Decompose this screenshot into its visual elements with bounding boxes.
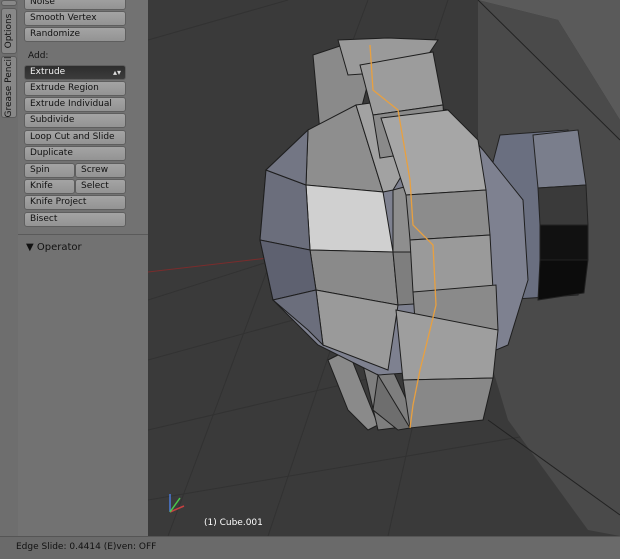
blender-window: Options Grease Pencil Noise Smooth Verte… [0, 0, 620, 559]
vertical-tabs: Options Grease Pencil [0, 0, 19, 536]
status-bar: Edge Slide: 0.4414 (E)ven: OFF [0, 536, 620, 559]
tool-shelf: Noise Smooth Vertex Randomize Add: Extru… [18, 0, 166, 536]
tab-options-label: Options [4, 13, 14, 49]
axis-gizmo [169, 494, 185, 513]
3d-viewport[interactable]: (1) Cube.001 [148, 0, 620, 536]
knife-button[interactable]: Knife [24, 179, 75, 194]
viewport-canvas[interactable] [148, 0, 620, 536]
add-label: Add: [28, 51, 49, 61]
x-axis-line [148, 257, 269, 273]
panel-divider [18, 234, 166, 235]
randomize-button[interactable]: Randomize [24, 27, 126, 42]
extrude-dropdown-label: Extrude [30, 67, 66, 77]
disclosure-triangle-icon: ▼ [26, 242, 34, 253]
status-text: Edge Slide: 0.4414 (E)ven: OFF [16, 542, 157, 552]
tab-partial[interactable] [1, 0, 17, 6]
tab-options[interactable]: Options [1, 8, 17, 54]
smooth-vertex-button[interactable]: Smooth Vertex [24, 11, 126, 26]
bisect-button[interactable]: Bisect [24, 212, 126, 227]
noise-button[interactable]: Noise [24, 0, 126, 10]
screw-button[interactable]: Screw [75, 163, 126, 178]
operator-header-label: Operator [36, 242, 82, 253]
select-button[interactable]: Select [75, 179, 126, 194]
tab-grease-pencil[interactable]: Grease Pencil [1, 56, 17, 118]
operator-panel-header[interactable]: ▼ Operator [26, 242, 82, 253]
updown-arrows-icon: ▴▾ [112, 68, 121, 77]
loop-cut-slide-button[interactable]: Loop Cut and Slide [24, 130, 126, 145]
knife-project-button[interactable]: Knife Project [24, 195, 126, 210]
duplicate-button[interactable]: Duplicate [24, 146, 126, 161]
extrude-individual-button[interactable]: Extrude Individual [24, 97, 126, 112]
tab-grease-pencil-label: Grease Pencil [4, 56, 14, 118]
extrude-region-button[interactable]: Extrude Region [24, 81, 126, 96]
object-info-label: (1) Cube.001 [204, 518, 263, 528]
subdivide-button[interactable]: Subdivide [24, 113, 126, 128]
spin-button[interactable]: Spin [24, 163, 75, 178]
extrude-dropdown[interactable]: Extrude ▴▾ [24, 65, 126, 80]
